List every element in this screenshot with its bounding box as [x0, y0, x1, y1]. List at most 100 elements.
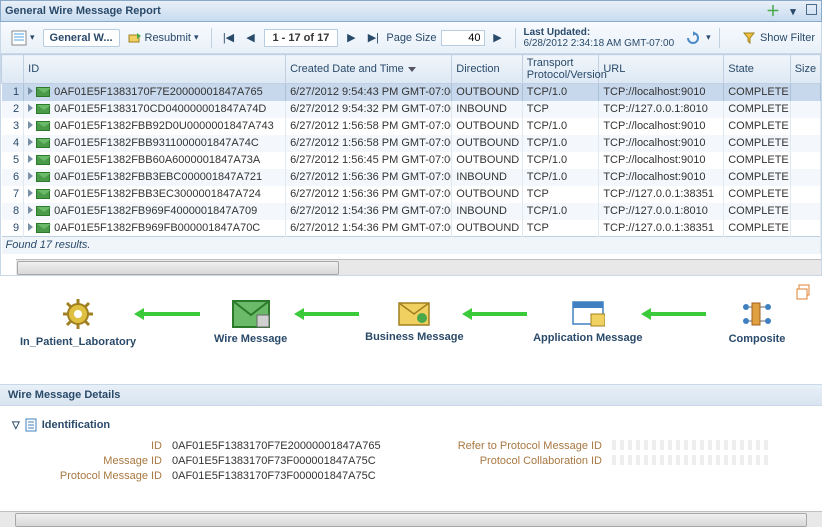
- expand-icon[interactable]: [28, 138, 33, 146]
- maximize-icon[interactable]: [806, 4, 817, 15]
- table-row[interactable]: 20AF01E5F1383170CD040000001847A74D6/27/2…: [2, 101, 821, 118]
- expand-icon[interactable]: [28, 172, 33, 180]
- cell-state: COMPLETE: [724, 135, 790, 152]
- go-icon[interactable]: ▶: [489, 29, 507, 47]
- cell-state: COMPLETE: [724, 220, 790, 237]
- dropdown-icon[interactable]: ▾: [786, 4, 800, 18]
- first-page-icon[interactable]: |◀: [220, 29, 238, 47]
- flow-arrow: [470, 312, 528, 316]
- gear-icon: [60, 296, 96, 332]
- cell-state: COMPLETE: [724, 84, 790, 101]
- flow-node-laboratory[interactable]: In_Patient_Laboratory: [20, 296, 136, 348]
- cell-url: TCP://localhost:9010: [599, 135, 724, 152]
- expand-icon[interactable]: [28, 121, 33, 129]
- cell-url: TCP://localhost:9010: [599, 169, 724, 186]
- envelope-icon: [36, 138, 50, 148]
- cell-rownum: 5: [2, 152, 24, 169]
- cell-size: [790, 84, 820, 101]
- table-row[interactable]: 30AF01E5F1382FBB92D0U0000001847A7436/27/…: [2, 118, 821, 135]
- resubmit-button[interactable]: Resubmit ▾: [124, 29, 203, 47]
- tab-general-wire[interactable]: General W...: [43, 29, 120, 47]
- cell-size: [790, 186, 820, 203]
- col-protocol[interactable]: Transport Protocol/Version: [522, 55, 599, 84]
- cell-direction: INBOUND: [452, 169, 523, 186]
- cell-rownum: 3: [2, 118, 24, 135]
- cell-rownum: 7: [2, 186, 24, 203]
- identification-section-header[interactable]: ▽ Identification: [0, 412, 822, 438]
- cell-state: COMPLETE: [724, 101, 790, 118]
- col-rownum[interactable]: [2, 55, 24, 84]
- cell-size: [790, 118, 820, 135]
- cell-id: 0AF01E5F1383170F7E20000001847A765: [24, 84, 286, 101]
- cell-url: TCP://127.0.0.1:38351: [599, 220, 724, 237]
- expand-icon[interactable]: [28, 87, 33, 95]
- cell-id: 0AF01E5F1383170CD040000001847A74D: [24, 101, 286, 118]
- refresh-dropdown-icon[interactable]: ▾: [706, 32, 711, 43]
- page-hscrollbar[interactable]: [0, 511, 822, 527]
- cell-direction: OUTBOUND: [452, 118, 523, 135]
- expand-icon[interactable]: [28, 189, 33, 197]
- composite-icon: [740, 299, 774, 329]
- cell-created: 6/27/2012 1:56:45 PM GMT-07:00: [286, 152, 452, 169]
- cell-protocol: TCP/1.0: [522, 169, 599, 186]
- table-row[interactable]: 50AF01E5F1382FBB60A6000001847A73A6/27/20…: [2, 152, 821, 169]
- menu-icon[interactable]: ▾: [7, 28, 39, 48]
- flow-arrow: [302, 312, 360, 316]
- last-page-icon[interactable]: ▶|: [364, 29, 382, 47]
- col-id[interactable]: ID: [24, 55, 286, 84]
- cell-direction: OUTBOUND: [452, 186, 523, 203]
- table-row[interactable]: 10AF01E5F1383170F7E20000001847A7656/27/2…: [2, 84, 821, 101]
- envelope-icon: [36, 206, 50, 216]
- restore-icon[interactable]: [796, 284, 812, 300]
- flow-node-composite[interactable]: Composite: [712, 299, 802, 345]
- expand-icon[interactable]: [28, 104, 33, 112]
- cell-id: 0AF01E5F1382FBB92D0U0000001847A743: [24, 118, 286, 135]
- expand-icon[interactable]: [28, 223, 33, 231]
- envelope-icon: [231, 299, 271, 329]
- field-label-id: ID: [12, 440, 162, 452]
- table-row[interactable]: 90AF01E5F1382FB969FB000001847A70C6/27/20…: [2, 220, 821, 237]
- flow-node-wire-message[interactable]: Wire Message: [206, 299, 296, 345]
- cell-url: TCP://localhost:9010: [599, 84, 724, 101]
- next-page-icon[interactable]: ▶: [342, 29, 360, 47]
- prev-page-icon[interactable]: ◀: [242, 29, 260, 47]
- add-icon[interactable]: ＋: [766, 4, 780, 18]
- col-url[interactable]: URL: [599, 55, 724, 84]
- cell-rownum: 9: [2, 220, 24, 237]
- cell-rownum: 1: [2, 84, 24, 101]
- cell-id: 0AF01E5F1382FBB60A6000001847A73A: [24, 152, 286, 169]
- envelope-icon: [36, 172, 50, 182]
- expand-icon[interactable]: [28, 206, 33, 214]
- cell-url: TCP://localhost:9010: [599, 118, 724, 135]
- table-row[interactable]: 80AF01E5F1382FB969F4000001847A7096/27/20…: [2, 203, 821, 220]
- table-row[interactable]: 70AF01E5F1382FBB3EC3000001847A7246/27/20…: [2, 186, 821, 203]
- cell-id: 0AF01E5F1382FB969F4000001847A709: [24, 203, 286, 220]
- table-row[interactable]: 40AF01E5F1382FBB9311000001847A74C6/27/20…: [2, 135, 821, 152]
- cell-rownum: 4: [2, 135, 24, 152]
- show-filter-button[interactable]: Show Filter: [742, 31, 815, 45]
- collapse-icon[interactable]: ▽: [12, 420, 20, 431]
- cell-state: COMPLETE: [724, 169, 790, 186]
- col-size[interactable]: Size: [790, 55, 820, 84]
- col-state[interactable]: State: [724, 55, 790, 84]
- cell-id: 0AF01E5F1382FB969FB000001847A70C: [24, 220, 286, 237]
- col-created[interactable]: Created Date and Time: [286, 55, 452, 84]
- envelope-gear-icon: [397, 301, 431, 327]
- field-value-refer: [612, 440, 772, 450]
- column-headers: ID Created Date and Time Direction Trans…: [2, 55, 821, 84]
- table-row[interactable]: 60AF01E5F1382FBB3EBC000001847A7216/27/20…: [2, 169, 821, 186]
- col-direction[interactable]: Direction: [452, 55, 523, 84]
- table-hscrollbar[interactable]: [16, 259, 821, 275]
- refresh-icon[interactable]: [684, 29, 702, 47]
- expand-icon[interactable]: [28, 155, 33, 163]
- page-size-input[interactable]: [441, 30, 485, 46]
- cell-direction: OUTBOUND: [452, 135, 523, 152]
- cell-size: [790, 152, 820, 169]
- window-icon: [571, 300, 605, 328]
- flow-node-application-message[interactable]: Application Message: [533, 300, 642, 344]
- field-value-protid: 0AF01E5F1383170F73F000001847A75C: [172, 470, 392, 482]
- cell-created: 6/27/2012 1:56:36 PM GMT-07:00: [286, 186, 452, 203]
- page-size-label: Page Size: [386, 32, 436, 44]
- flow-node-business-message[interactable]: Business Message: [365, 301, 463, 343]
- cell-size: [790, 203, 820, 220]
